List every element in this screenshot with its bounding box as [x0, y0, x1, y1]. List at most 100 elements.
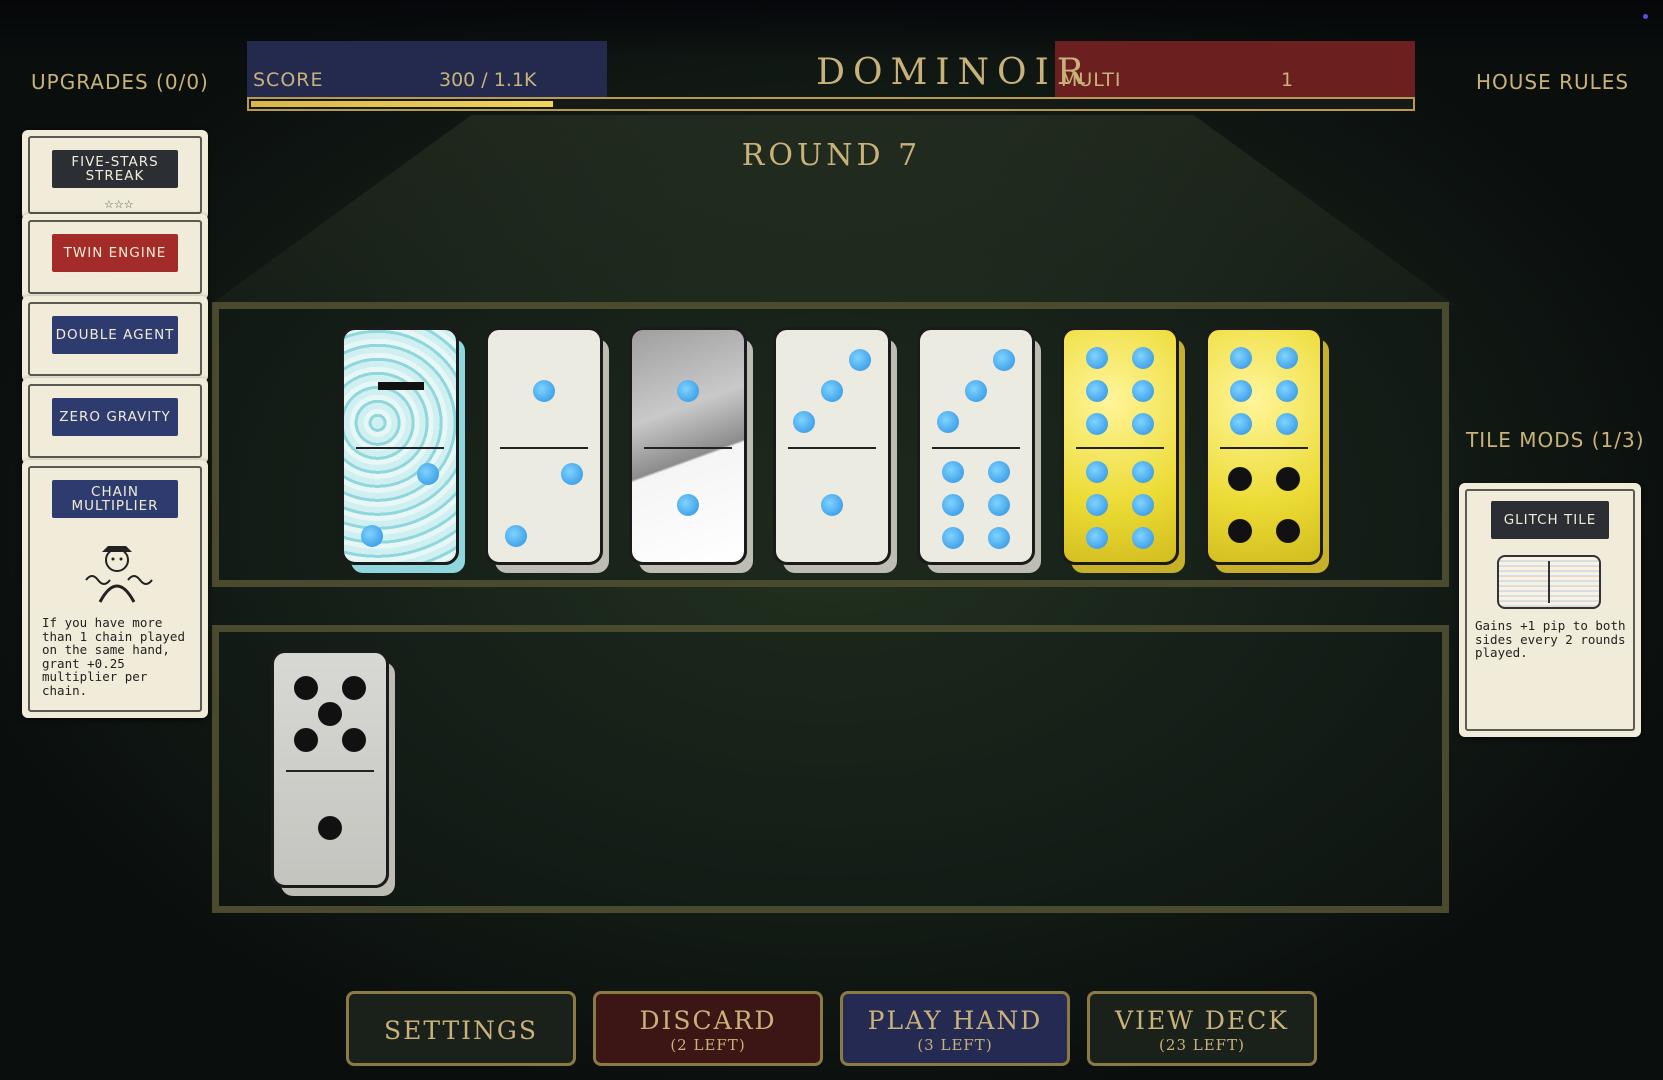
pip — [294, 728, 318, 753]
stars-icon: ☆☆☆ — [104, 198, 134, 211]
pip — [942, 461, 964, 483]
pip — [1228, 519, 1252, 544]
pip — [1086, 461, 1108, 483]
pip — [988, 461, 1010, 483]
pip — [294, 675, 318, 700]
domino-divider — [932, 447, 1020, 449]
view-deck-button[interactable]: VIEW DECK (23 LEFT) — [1087, 991, 1317, 1066]
score-panel: SCORE 300 / 1.1K — [247, 41, 607, 97]
pip — [417, 463, 439, 486]
pip — [1132, 380, 1154, 402]
domino-divider — [500, 447, 588, 449]
upgrade-card-double-agent[interactable]: DOUBLE AGENT — [22, 296, 208, 382]
pip — [849, 349, 871, 372]
pip — [1132, 413, 1154, 435]
pip — [318, 816, 342, 840]
pip — [561, 463, 583, 486]
pip — [505, 524, 527, 547]
tile-mod-card-description: Gains +1 pip to both sides every 2 round… — [1475, 618, 1626, 660]
played-domino-1[interactable] — [341, 327, 459, 565]
pip — [937, 410, 959, 433]
upgrades-label: UPGRADES (0/0) — [31, 70, 209, 94]
pip — [1230, 413, 1252, 435]
domino-divider — [788, 447, 876, 449]
pip — [1086, 413, 1108, 435]
domino-bar-mark — [378, 382, 424, 390]
pip — [1086, 347, 1108, 369]
score-value: 300 / 1.1K — [439, 69, 537, 91]
pip — [1086, 527, 1108, 549]
pip — [821, 494, 843, 516]
upgrade-card-chain-multiplier[interactable]: CHAIN MULTIPLIER If you have more than 1… — [22, 460, 208, 718]
pip — [1132, 494, 1154, 516]
house-rules-button[interactable]: HOUSE RULES — [1476, 70, 1629, 94]
settings-button[interactable]: SETTINGS — [346, 991, 576, 1066]
upgrade-card-zero-gravity[interactable]: ZERO GRAVITY — [22, 378, 208, 464]
pip — [1276, 347, 1298, 369]
status-dot — [1643, 14, 1648, 19]
pip — [1276, 466, 1300, 491]
upgrade-card-title: DOUBLE AGENT — [52, 316, 178, 354]
played-domino-6[interactable] — [1061, 327, 1179, 565]
pip — [318, 702, 342, 726]
hand-tray — [212, 625, 1449, 913]
played-domino-4[interactable] — [773, 327, 891, 565]
pip — [342, 675, 366, 700]
pip — [1230, 347, 1252, 369]
discard-button-label: DISCARD — [639, 1006, 777, 1035]
upgrade-card-twin-engine[interactable]: TWIN ENGINE — [22, 214, 208, 300]
played-domino-7[interactable] — [1205, 327, 1323, 565]
domino-divider — [286, 770, 374, 772]
pip — [965, 380, 987, 402]
played-domino-2[interactable] — [485, 327, 603, 565]
tile-mods-label: TILE MODS (1/3) — [1466, 428, 1645, 452]
pip — [993, 349, 1015, 372]
discard-remaining: (2 LEFT) — [670, 1036, 746, 1054]
pip — [988, 494, 1010, 516]
discard-button[interactable]: DISCARD (2 LEFT) — [593, 991, 823, 1066]
played-domino-3[interactable] — [629, 327, 747, 565]
upgrade-card-five-stars-streak[interactable]: FIVE-STARS STREAK ☆☆☆ — [22, 130, 208, 220]
settings-button-label: SETTINGS — [383, 1016, 539, 1045]
hand-domino-1[interactable] — [271, 650, 389, 888]
pip — [677, 380, 699, 402]
pip — [1276, 380, 1298, 402]
domino-divider — [1076, 447, 1164, 449]
pip — [1086, 380, 1108, 402]
play-hand-button-label: PLAY HAND — [867, 1006, 1043, 1035]
domino-divider — [1220, 447, 1308, 449]
pip — [342, 728, 366, 753]
upgrade-card-title: TWIN ENGINE — [52, 234, 178, 272]
pip — [1228, 466, 1252, 491]
upgrade-card-description: If you have more than 1 chain played on … — [42, 615, 185, 698]
pip — [793, 410, 815, 433]
score-progress-fill — [251, 101, 553, 107]
pip — [821, 380, 843, 402]
game-title: DOMINOIR — [816, 52, 1092, 93]
pip — [1086, 494, 1108, 516]
pip — [942, 527, 964, 549]
glitch-tile-icon — [1497, 555, 1601, 609]
pip — [361, 524, 383, 547]
upgrade-card-title: CHAIN MULTIPLIER — [52, 480, 178, 518]
tile-mod-card-title: GLITCH TILE — [1491, 501, 1609, 539]
pip — [533, 380, 555, 402]
view-deck-remaining: (23 LEFT) — [1159, 1036, 1245, 1054]
play-hand-button[interactable]: PLAY HAND (3 LEFT) — [840, 991, 1070, 1066]
played-domino-5[interactable] — [917, 327, 1035, 565]
pip — [1276, 413, 1298, 435]
tile-mod-card-glitch-tile[interactable]: GLITCH TILE Gains +1 pip to both sides e… — [1459, 483, 1641, 737]
domino-divider — [644, 447, 732, 449]
pip — [942, 494, 964, 516]
pip — [1132, 461, 1154, 483]
score-label: SCORE — [253, 69, 324, 91]
score-progress-bar — [247, 97, 1415, 111]
pip — [1230, 380, 1252, 402]
play-hand-remaining: (3 LEFT) — [917, 1036, 993, 1054]
chain-character-icon — [85, 546, 153, 603]
game-table: UPGRADES (0/0) HOUSE RULES SCORE 300 / 1… — [0, 0, 1663, 1080]
upgrade-card-title: ZERO GRAVITY — [52, 398, 178, 436]
pip — [1132, 527, 1154, 549]
pip — [988, 527, 1010, 549]
pip — [1276, 519, 1300, 544]
